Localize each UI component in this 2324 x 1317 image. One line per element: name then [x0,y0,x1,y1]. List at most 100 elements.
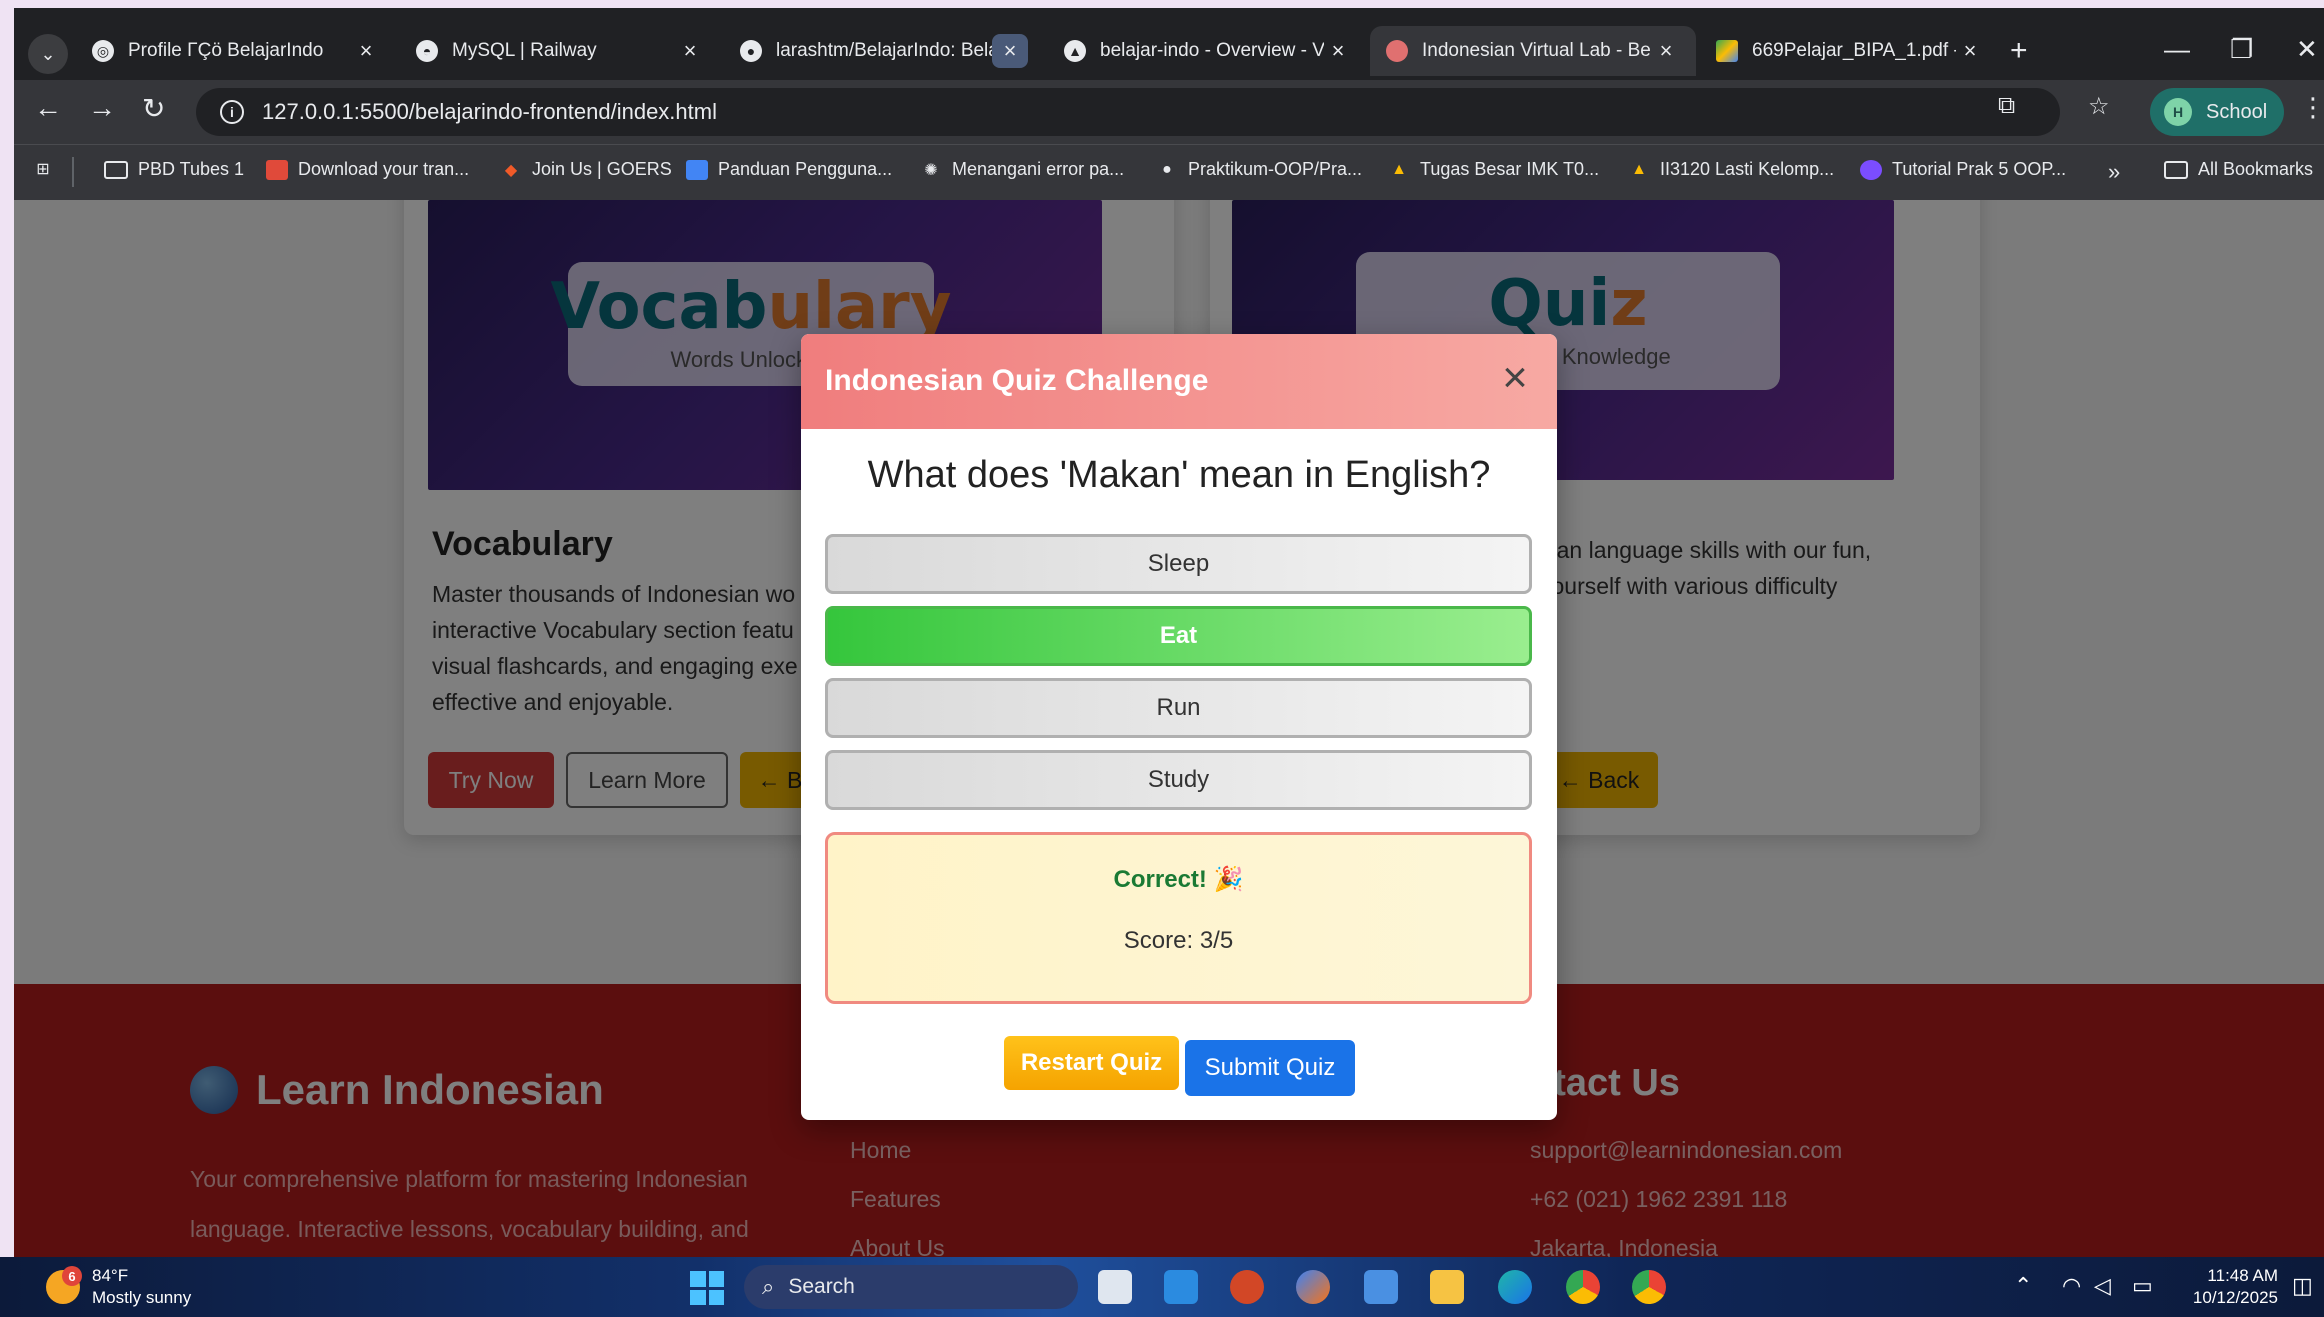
pdf-icon [266,159,288,180]
bookmark-tutorial[interactable]: Tutorial Prak 5 OOP... [1860,159,2066,180]
file-explorer-icon[interactable] [1430,1270,1464,1304]
tab-label: 669Pelajar_BIPA_1.pdf - Go [1752,40,1956,61]
close-icon[interactable]: × [676,38,704,64]
answer-option-sleep[interactable]: Sleep [825,534,1532,594]
time-text: 11:48 AM [2207,1266,2278,1285]
close-icon[interactable]: × [992,34,1028,68]
powerpoint-icon[interactable] [1230,1270,1264,1304]
github-icon: ● [740,40,762,62]
close-icon[interactable]: × [1493,356,1537,400]
tab-profile[interactable]: ◎ Profile ΓÇö BelajarIndo × [76,26,396,76]
bookmark-pbd[interactable]: PBD Tubes 1 [104,159,244,180]
avatar: H [2164,98,2192,126]
clock[interactable]: 11:48 AM 10/12/2025 [2180,1265,2278,1309]
bookmark-label: Tutorial Prak 5 OOP... [1892,159,2067,179]
bookmark-download[interactable]: Download your tran... [266,159,469,180]
profile-label: School [2206,100,2268,123]
info-icon[interactable]: i [220,100,244,124]
modal-title: Indonesian Quiz Challenge [825,364,1209,397]
close-icon[interactable]: × [1956,38,1984,64]
weather-desc: Mostly sunny [92,1288,192,1307]
drive-icon: ▲ [1391,160,1407,178]
quiz-question: What does 'Makan' mean in English? [867,454,1491,496]
weather-widget[interactable]: 6 84°F Mostly sunny [46,1265,191,1309]
url-text: 127.0.0.1:5500/belajarindo-frontend/inde… [262,99,717,124]
close-icon[interactable]: × [1652,38,1680,64]
volume-icon[interactable]: ◁ [2094,1273,2111,1299]
tab-pdf[interactable]: 669Pelajar_BIPA_1.pdf - Go × [1700,26,2000,76]
answer-option-eat[interactable]: Eat [825,606,1532,666]
tab-virtual-lab[interactable]: Indonesian Virtual Lab - Be × [1370,26,1696,76]
store-icon[interactable] [1364,1270,1398,1304]
windows-start-icon[interactable] [690,1271,724,1305]
folder-icon [104,160,128,179]
goers-icon: ◆ [504,161,518,179]
github-icon: ● [1162,160,1172,178]
docs-icon [686,159,708,180]
bookmark-goers[interactable]: ◆ Join Us | GOERS [500,159,672,180]
battery-icon[interactable]: ▭ [2132,1273,2153,1299]
tab-label: Indonesian Virtual Lab - Be [1422,40,1651,61]
bookmark-error[interactable]: ✺ Menangani error pa... [920,159,1124,180]
railway-icon: ◓ [416,40,438,62]
search-icon: ⌕ [762,1274,775,1299]
wifi-icon[interactable]: ◠ [2062,1273,2081,1299]
close-window-button[interactable]: ✕ [2296,34,2318,65]
browser-window: ⌄ ◎ Profile ΓÇö BelajarIndo × ◓ MySQL | … [14,8,2324,200]
profile-button[interactable]: H School [2150,88,2284,136]
forward-button[interactable]: → [88,92,116,124]
weather-temp: 84°F [92,1266,129,1285]
minimize-button[interactable]: — [2164,34,2190,65]
result-message: Correct! 🎉 [1113,866,1244,893]
new-tab-button[interactable]: + [2010,34,2028,68]
tab-search-button[interactable]: ⌄ [28,34,68,74]
bookmark-panduan[interactable]: Panduan Pengguna... [686,159,892,180]
bookmark-tugas[interactable]: ▲ Tugas Besar IMK T0... [1388,159,1599,180]
folder-icon [2164,160,2188,179]
submit-quiz-button[interactable]: Submit Quiz [1185,1040,1355,1096]
bookmark-label: Praktikum-OOP/Pra... [1188,159,1363,179]
star-icon[interactable]: ☆ [2088,92,2110,121]
restore-button[interactable]: ❐ [2230,34,2253,65]
close-icon[interactable]: × [1324,38,1352,64]
date-text: 10/12/2025 [2192,1288,2278,1307]
bookmark-lasti[interactable]: ▲ II3120 Lasti Kelomp... [1628,159,1834,180]
bookmark-label: II3120 Lasti Kelomp... [1660,159,1835,179]
taskbar-search[interactable]: ⌕ Search [744,1265,1078,1309]
translate-icon[interactable]: ⧉ [1998,92,2015,120]
apps-icon[interactable]: ⊞ [32,159,64,179]
task-view-icon[interactable] [1098,1270,1132,1304]
bookmarks-overflow-button[interactable]: » [2108,159,2120,185]
bookmark-praktikum[interactable]: ● Praktikum-OOP/Pra... [1156,159,1362,180]
tab-mysql[interactable]: ◓ MySQL | Railway × [400,26,720,76]
restart-quiz-button[interactable]: Restart Quiz [1004,1036,1179,1090]
back-button[interactable]: ← [34,92,62,124]
edge-icon[interactable] [1498,1270,1532,1304]
answer-option-run[interactable]: Run [825,678,1532,738]
taskbar: 6 84°F Mostly sunny ⌕ Search ⌃ ◠ ◁ ▭ 11:… [0,1257,2324,1317]
chevron-up-icon[interactable]: ⌃ [2014,1273,2032,1299]
vscode-icon[interactable] [1164,1270,1198,1304]
notification-icon[interactable]: ◫ [2292,1273,2313,1299]
reload-button[interactable]: ↻ [142,92,165,125]
address-bar[interactable]: i 127.0.0.1:5500/belajarindo-frontend/in… [196,88,2060,136]
overflow-label: » [2108,159,2121,184]
copilot-icon[interactable] [1296,1270,1330,1304]
tab-vercel[interactable]: ▲ belajar-indo - Overview - V × [1048,26,1368,76]
toolbar: ← → ↻ i 127.0.0.1:5500/belajarindo-front… [14,80,2324,144]
canva-icon [1860,159,1882,180]
tab-label: larashtm/BelajarIndo: Belaj [776,40,992,61]
chrome-icon[interactable] [1566,1270,1600,1304]
close-icon[interactable]: × [352,38,380,64]
tab-github[interactable]: ● larashtm/BelajarIndo: Belaj × [724,26,1044,76]
quiz-modal: Indonesian Quiz Challenge × What does 'M… [801,334,1557,1120]
answer-option-study[interactable]: Study [825,750,1532,810]
tab-label: Profile ΓÇö BelajarIndo [128,40,324,61]
divider [72,157,74,187]
all-bookmarks-button[interactable]: All Bookmarks [2164,159,2313,180]
menu-icon[interactable]: ⋮ [2300,92,2324,123]
bookmark-label: PBD Tubes 1 [138,159,245,179]
drive-icon: ▲ [1631,160,1647,178]
chrome-profile-icon[interactable] [1632,1270,1666,1304]
bookmark-label: Download your tran... [298,159,470,179]
